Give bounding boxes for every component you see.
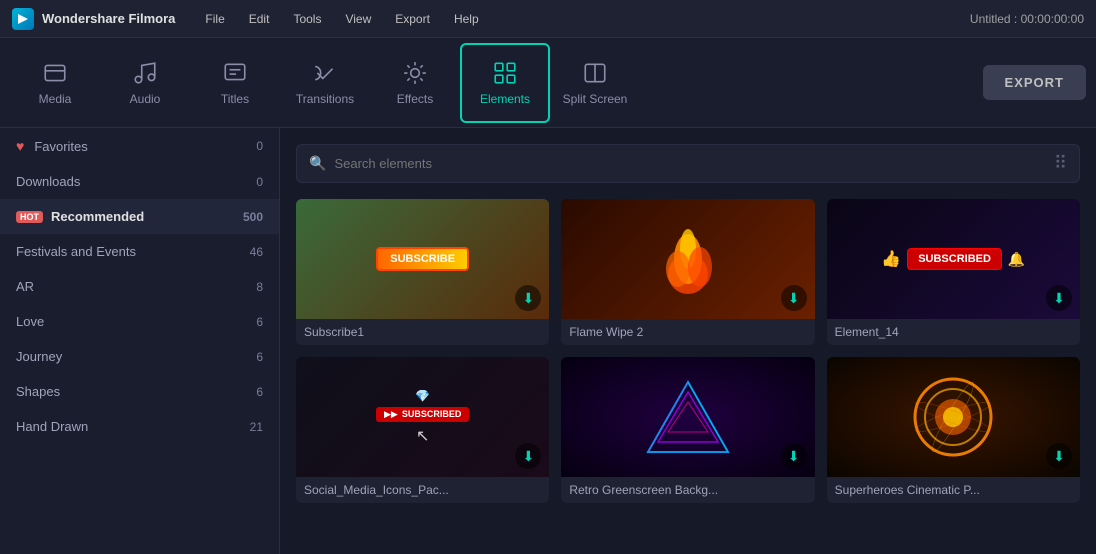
sidebar: ♥ Favorites 0 Downloads 0 HOT Recommende… <box>0 128 280 554</box>
menu-export[interactable]: Export <box>385 8 440 30</box>
tool-elements[interactable]: Elements <box>460 43 550 123</box>
element-name-superheroes: Superheroes Cinematic P... <box>827 477 1080 503</box>
tool-split-screen-label: Split Screen <box>563 92 628 106</box>
tool-titles[interactable]: Titles <box>190 43 280 123</box>
element-name-flame-wipe: Flame Wipe 2 <box>561 319 814 345</box>
download-flame-wipe-button[interactable]: ⬇ <box>781 285 807 311</box>
sidebar-item-downloads[interactable]: Downloads 0 <box>0 164 279 199</box>
search-input[interactable] <box>334 156 1045 171</box>
sidebar-item-journey-label: Journey <box>16 349 62 364</box>
element-thumb-subscribe1: SUBSCRIBE ⬇ <box>296 199 549 319</box>
sidebar-item-journey-count: 6 <box>256 350 263 364</box>
sidebar-item-festivals-count: 46 <box>250 245 263 259</box>
sidebar-item-ar[interactable]: AR 8 <box>0 269 279 304</box>
element-card-flame-wipe[interactable]: ⬇ Flame Wipe 2 <box>561 199 814 345</box>
element-name-subscribe1: Subscribe1 <box>296 319 549 345</box>
sidebar-item-shapes-count: 6 <box>256 385 263 399</box>
sidebar-item-recommended-count: 500 <box>243 210 263 224</box>
project-title: Untitled : 00:00:00:00 <box>970 12 1084 26</box>
hot-badge: HOT <box>16 211 43 223</box>
sidebar-item-recommended-label: Recommended <box>51 209 144 224</box>
element-thumb-element14: 👍 SUBSCRIBED 🔔 ⬇ <box>827 199 1080 319</box>
grid-view-button[interactable]: ⠿ <box>1054 153 1067 174</box>
element-card-social-media[interactable]: 💎 ▶▶SUBSCRIBED ↖ ⬇ Social_Media_Icons_Pa… <box>296 357 549 503</box>
sidebar-collapse-button[interactable]: ◀ <box>279 321 280 361</box>
tool-transitions-label: Transitions <box>296 92 354 106</box>
app-logo: Wondershare Filmora <box>12 8 175 30</box>
element-card-superheroes[interactable]: ⬇ Superheroes Cinematic P... <box>827 357 1080 503</box>
sidebar-item-shapes[interactable]: Shapes 6 <box>0 374 279 409</box>
sidebar-item-downloads-count: 0 <box>256 175 263 189</box>
sidebar-item-hand-drawn-count: 21 <box>250 420 263 434</box>
menu-bar: Wondershare Filmora File Edit Tools View… <box>0 0 1096 38</box>
sidebar-item-favorites-count: 0 <box>256 139 263 153</box>
tool-elements-label: Elements <box>480 92 530 106</box>
menu-edit[interactable]: Edit <box>239 8 280 30</box>
heart-icon: ♥ <box>16 138 24 154</box>
element-name-retro: Retro Greenscreen Backg... <box>561 477 814 503</box>
menu-tools[interactable]: Tools <box>283 8 331 30</box>
sidebar-item-downloads-label: Downloads <box>16 174 80 189</box>
element-name-element14: Element_14 <box>827 319 1080 345</box>
sidebar-item-festivals[interactable]: Festivals and Events 46 <box>0 234 279 269</box>
menu-file[interactable]: File <box>195 8 234 30</box>
tool-effects[interactable]: Effects <box>370 43 460 123</box>
download-superheroes-button[interactable]: ⬇ <box>1046 443 1072 469</box>
menu-items: File Edit Tools View Export Help <box>195 8 488 30</box>
tool-audio-label: Audio <box>130 92 161 106</box>
download-retro-button[interactable]: ⬇ <box>781 443 807 469</box>
content-area: 🔍 ⠿ SUBSCRIBE ⬇ Subscribe1 <box>280 128 1096 554</box>
search-bar: 🔍 ⠿ <box>296 144 1080 183</box>
sidebar-item-festivals-label: Festivals and Events <box>16 244 136 259</box>
sidebar-item-shapes-label: Shapes <box>16 384 60 399</box>
menu-help[interactable]: Help <box>444 8 489 30</box>
app-logo-icon <box>12 8 34 30</box>
sidebar-item-hand-drawn-label: Hand Drawn <box>16 419 88 434</box>
app-name: Wondershare Filmora <box>42 11 175 26</box>
tool-titles-label: Titles <box>221 92 249 106</box>
tool-transitions[interactable]: Transitions <box>280 43 370 123</box>
sidebar-item-love[interactable]: Love 6 <box>0 304 279 339</box>
sidebar-item-love-count: 6 <box>256 315 263 329</box>
element-thumb-flame-wipe: ⬇ <box>561 199 814 319</box>
element-thumb-retro: ⬇ <box>561 357 814 477</box>
export-button[interactable]: EXPORT <box>983 65 1086 100</box>
tool-split-screen[interactable]: Split Screen <box>550 43 640 123</box>
sidebar-item-favorites[interactable]: ♥ Favorites 0 <box>0 128 279 164</box>
sidebar-item-ar-label: AR <box>16 279 34 294</box>
tool-media-label: Media <box>39 92 72 106</box>
sidebar-item-journey[interactable]: Journey 6 <box>0 339 279 374</box>
sidebar-item-hand-drawn[interactable]: Hand Drawn 21 <box>0 409 279 444</box>
sidebar-item-favorites-label: Favorites <box>34 139 87 154</box>
main-area: ♥ Favorites 0 Downloads 0 HOT Recommende… <box>0 128 1096 554</box>
element-card-element14[interactable]: 👍 SUBSCRIBED 🔔 ⬇ Element_14 <box>827 199 1080 345</box>
sidebar-item-recommended[interactable]: HOT Recommended 500 <box>0 199 279 234</box>
elements-grid: SUBSCRIBE ⬇ Subscribe1 <box>296 199 1080 503</box>
element-thumb-superheroes: ⬇ <box>827 357 1080 477</box>
sidebar-item-ar-count: 8 <box>256 280 263 294</box>
menu-view[interactable]: View <box>335 8 381 30</box>
element-name-social-media: Social_Media_Icons_Pac... <box>296 477 549 503</box>
toolbar: Media Audio Titles Transitions Effects <box>0 38 1096 128</box>
sidebar-item-love-label: Love <box>16 314 44 329</box>
search-icon: 🔍 <box>309 155 326 172</box>
tool-audio[interactable]: Audio <box>100 43 190 123</box>
element-thumb-social-media: 💎 ▶▶SUBSCRIBED ↖ ⬇ <box>296 357 549 477</box>
element-card-subscribe1[interactable]: SUBSCRIBE ⬇ Subscribe1 <box>296 199 549 345</box>
download-element14-button[interactable]: ⬇ <box>1046 285 1072 311</box>
element-card-retro[interactable]: ⬇ Retro Greenscreen Backg... <box>561 357 814 503</box>
tool-media[interactable]: Media <box>10 43 100 123</box>
tool-effects-label: Effects <box>397 92 433 106</box>
